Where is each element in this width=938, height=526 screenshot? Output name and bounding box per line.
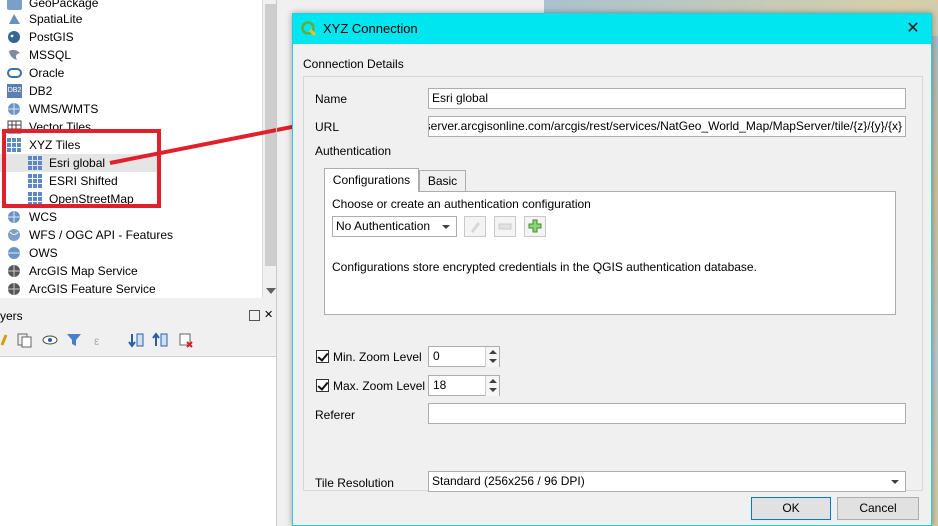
min-zoom-spinbox[interactable]: 0 xyxy=(428,346,500,367)
arcgis-icon xyxy=(7,282,22,296)
scrollbar-thumb[interactable] xyxy=(265,4,276,266)
ows-icon xyxy=(7,246,22,260)
auth-prompt: Choose or create an authentication confi… xyxy=(332,197,591,211)
filter-icon[interactable] xyxy=(66,332,82,348)
edit-auth-button[interactable] xyxy=(464,216,486,237)
tile-resolution-value: Standard (256x256 / 96 DPI) xyxy=(432,474,585,488)
max-zoom-checkbox[interactable] xyxy=(316,379,329,392)
max-zoom-label: Max. Zoom Level xyxy=(333,379,426,393)
tree-item-oracle[interactable]: Oracle xyxy=(0,64,262,82)
chevron-down-icon xyxy=(891,480,899,484)
layers-toolbar: ε xyxy=(0,326,278,354)
referer-label: Referer xyxy=(315,408,356,422)
clear-auth-button[interactable] xyxy=(494,216,516,237)
tree-item-mssql[interactable]: MSSQL xyxy=(0,46,262,64)
collapse-all-icon[interactable] xyxy=(152,332,168,348)
spin-down-icon[interactable] xyxy=(485,386,499,396)
expand-all-icon[interactable] xyxy=(128,332,144,348)
min-zoom-checkbox[interactable] xyxy=(316,350,329,363)
referer-input[interactable] xyxy=(428,403,906,424)
configurations-pane: Choose or create an authentication confi… xyxy=(324,191,896,315)
scroll-down-icon[interactable] xyxy=(266,288,276,294)
spin-up-icon[interactable] xyxy=(485,376,499,386)
url-label: URL xyxy=(315,120,340,134)
layers-list[interactable] xyxy=(0,356,276,526)
oracle-icon xyxy=(7,66,22,80)
wcs-icon xyxy=(7,210,22,224)
auth-note: Configurations store encrypted credentia… xyxy=(332,260,757,274)
arcgis-icon xyxy=(7,264,22,278)
add-icon xyxy=(528,219,542,233)
name-label: Name xyxy=(315,92,348,106)
highlight-box xyxy=(2,129,161,208)
max-zoom-value: 18 xyxy=(433,378,447,392)
add-auth-button[interactable] xyxy=(524,216,546,237)
spin-down-icon[interactable] xyxy=(485,357,499,367)
tree-item-spatialite[interactable]: SpatiaLite xyxy=(0,10,262,28)
geopackage-icon xyxy=(7,0,22,10)
clear-icon xyxy=(498,223,512,230)
auth-config-select[interactable]: No Authentication xyxy=(332,216,457,237)
close-panel-icon[interactable]: ✕ xyxy=(264,308,273,321)
wfs-icon xyxy=(7,228,22,242)
pencil-icon xyxy=(471,222,480,233)
tree-item-wcs[interactable]: WCS xyxy=(0,208,262,226)
section-title: Connection Details xyxy=(303,57,404,71)
float-panel-icon[interactable] xyxy=(249,310,260,321)
style-icon[interactable] xyxy=(0,332,16,348)
postgis-icon xyxy=(7,30,22,44)
panel-divider[interactable] xyxy=(276,0,277,526)
min-zoom-label: Min. Zoom Level xyxy=(333,350,422,364)
tree-item-wms[interactable]: WMS/WMTS xyxy=(0,100,262,118)
spatialite-icon xyxy=(7,12,22,26)
qgis-logo-icon xyxy=(301,21,317,37)
max-zoom-spinbox[interactable]: 18 xyxy=(428,375,500,396)
name-input[interactable]: Esri global xyxy=(428,88,906,109)
mssql-icon xyxy=(7,48,22,62)
dialog-titlebar[interactable]: XYZ Connection ✕ xyxy=(293,14,931,44)
tree-item-arcgis-feature[interactable]: ArcGIS Feature Service xyxy=(0,280,262,298)
layers-panel-header: yers ✕ xyxy=(0,306,278,326)
authentication-label: Authentication xyxy=(315,144,392,158)
ok-button[interactable]: OK xyxy=(751,497,831,520)
url-value: http://server.arcgisonline.com/arcgis/re… xyxy=(428,119,902,133)
tab-configurations[interactable]: Configurations xyxy=(324,168,419,192)
tree-item-postgis[interactable]: PostGIS xyxy=(0,28,262,46)
tile-resolution-label: Tile Resolution xyxy=(315,476,394,490)
connection-details-group: Name Esri global URL http://server.arcgi… xyxy=(303,76,923,492)
add-group-icon[interactable] xyxy=(16,332,32,348)
auth-config-value: No Authentication xyxy=(336,219,431,233)
min-zoom-value: 0 xyxy=(433,349,440,363)
dialog-title: XYZ Connection xyxy=(323,21,418,36)
chevron-down-icon xyxy=(442,225,450,229)
tree-item-arcgis-map[interactable]: ArcGIS Map Service xyxy=(0,262,262,280)
tile-resolution-select[interactable]: Standard (256x256 / 96 DPI) xyxy=(428,471,906,492)
tree-item-db2[interactable]: DB2 DB2 xyxy=(0,82,262,100)
layers-panel-title: yers xyxy=(0,309,23,323)
visibility-eye-icon[interactable] xyxy=(42,332,58,348)
spin-up-icon[interactable] xyxy=(485,347,499,357)
db2-icon: DB2 xyxy=(7,84,22,98)
tab-basic[interactable]: Basic xyxy=(419,170,466,192)
url-input[interactable]: http://server.arcgisonline.com/arcgis/re… xyxy=(428,116,906,137)
svg-text:ε: ε xyxy=(94,334,100,348)
xyz-connection-dialog: XYZ Connection ✕ Connection Details Name… xyxy=(292,13,932,526)
wms-icon xyxy=(7,102,22,116)
remove-layer-icon[interactable] xyxy=(178,332,194,348)
tree-item-ows[interactable]: OWS xyxy=(0,244,262,262)
tree-item-wfs[interactable]: WFS / OGC API - Features xyxy=(0,226,262,244)
close-icon[interactable]: ✕ xyxy=(903,19,923,39)
cancel-button[interactable]: Cancel xyxy=(837,497,919,520)
expression-filter-icon[interactable]: ε xyxy=(92,332,108,348)
